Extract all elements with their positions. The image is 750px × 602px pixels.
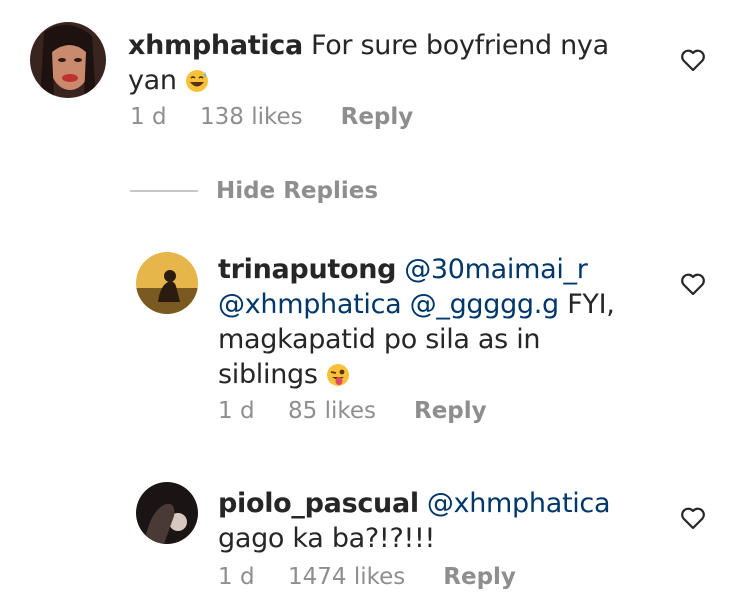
avatar-photo-icon	[30, 22, 106, 98]
winking-tongue-emoji-icon	[326, 364, 349, 386]
hide-replies-label: Hide Replies	[216, 178, 379, 204]
comment-meta: 1 d 1474 likes Reply	[218, 564, 516, 590]
comment-username[interactable]: trinaputong	[218, 254, 396, 285]
mention-link[interactable]: @_ggggg.g	[410, 289, 560, 320]
comment-time: 1 d	[218, 564, 255, 590]
mention-link[interactable]: @30maimai_r	[404, 254, 588, 285]
mention-link[interactable]: @xhmphatica	[218, 289, 402, 320]
reply-button[interactable]: Reply	[414, 398, 487, 424]
comment-text: xhmphatica For sure boyfriend nya yan	[128, 28, 628, 98]
comment-text: trinaputong @30maimai_r @xhmphatica @_ggg…	[218, 252, 638, 392]
comment-meta: 1 d 138 likes Reply	[130, 104, 413, 130]
avatar[interactable]	[136, 482, 198, 544]
reply-button[interactable]: Reply	[443, 564, 516, 590]
reply-button[interactable]: Reply	[341, 104, 414, 130]
mention-link[interactable]: @xhmphatica	[427, 488, 611, 519]
comment-text: piolo_pascual @xhmphatica gago ka ba?!?!!…	[218, 486, 658, 556]
like-heart-icon[interactable]	[680, 506, 706, 530]
comment-likes[interactable]: 138 likes	[200, 104, 303, 130]
comment-meta: 1 d 85 likes Reply	[218, 398, 487, 424]
comment-username[interactable]: piolo_pascual	[218, 488, 419, 519]
comment-time: 1 d	[218, 398, 255, 424]
avatar[interactable]	[136, 252, 198, 314]
avatar-photo-icon	[136, 482, 198, 544]
hide-replies-button[interactable]: Hide Replies	[130, 176, 378, 206]
comment-username[interactable]: xhmphatica	[128, 30, 303, 61]
like-heart-icon[interactable]	[680, 48, 706, 72]
avatar-photo-icon	[136, 252, 198, 314]
avatar[interactable]	[30, 22, 106, 98]
comment-likes[interactable]: 1474 likes	[288, 564, 405, 590]
grinning-sweat-emoji-icon	[186, 70, 209, 92]
like-heart-icon[interactable]	[680, 272, 706, 296]
comment-time: 1 d	[130, 104, 167, 130]
hide-replies-divider	[130, 190, 198, 192]
comment-body: gago ka ba?!?!!!	[218, 523, 436, 554]
comment-likes[interactable]: 85 likes	[288, 398, 376, 424]
